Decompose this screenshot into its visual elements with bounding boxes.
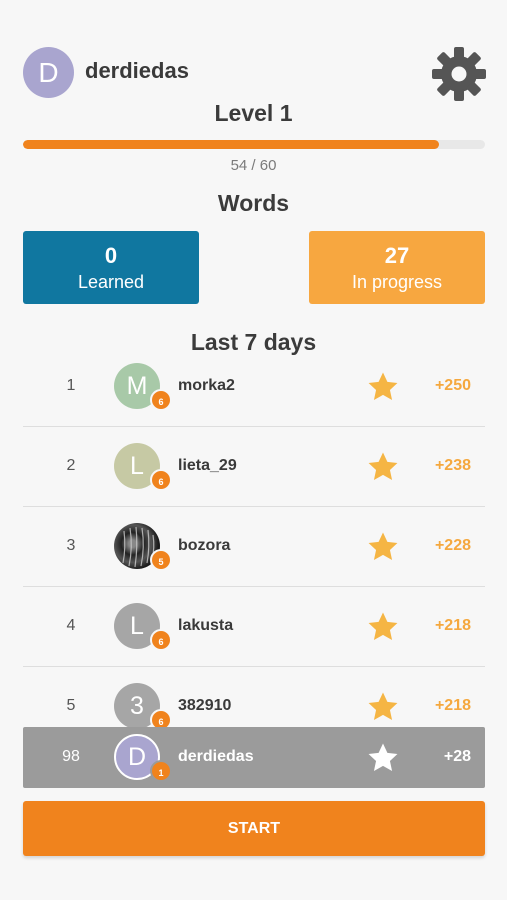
rank: 3 <box>66 537 76 554</box>
star-icon <box>368 372 398 401</box>
leaderboard-row[interactable]: 1 M 6 morka2 +250 <box>23 347 485 427</box>
star-icon <box>368 452 398 481</box>
rank: 1 <box>66 377 76 394</box>
leaderboard-row[interactable]: 4 L 6 lakusta +218 <box>23 587 485 667</box>
user-name: bozora <box>178 537 231 554</box>
level-progress-fill <box>23 140 439 149</box>
level-badge: 6 <box>150 469 172 491</box>
level-title: Level 1 <box>214 100 293 126</box>
points: +228 <box>434 537 471 554</box>
leaderboard-row[interactable]: 2 L 6 lieta_29 +238 <box>23 427 485 507</box>
gear-icon[interactable] <box>431 46 487 102</box>
learned-label: Learned <box>77 272 145 292</box>
level-badge: 1 <box>150 760 172 782</box>
points: +218 <box>434 697 471 714</box>
user-name: morka2 <box>178 377 235 394</box>
learned-words-card[interactable]: 0 Learned <box>23 231 199 304</box>
rank: 4 <box>66 617 76 634</box>
level-progress-text: 54 / 60 <box>230 157 277 174</box>
level-badge: 6 <box>150 629 172 651</box>
level-badge: 6 <box>150 389 172 411</box>
points: +218 <box>434 617 471 634</box>
points: +250 <box>434 377 471 394</box>
words-title: Words <box>217 190 290 216</box>
star-icon <box>368 743 398 772</box>
points: +238 <box>434 457 471 474</box>
avatar[interactable]: D <box>23 47 74 98</box>
star-icon <box>368 692 398 721</box>
star-icon <box>368 532 398 561</box>
in-progress-label: In progress <box>351 272 443 292</box>
user-name: lieta_29 <box>178 457 237 474</box>
rank: 5 <box>66 697 76 714</box>
in-progress-count: 27 <box>384 243 410 268</box>
points: +28 <box>443 748 471 765</box>
star-icon <box>368 612 398 641</box>
level-progress-bar <box>23 140 485 149</box>
in-progress-words-card[interactable]: 27 In progress <box>309 231 485 304</box>
rank: 2 <box>66 457 76 474</box>
learned-count: 0 <box>104 243 118 268</box>
username: derdiedas <box>85 58 189 83</box>
user-name: 382910 <box>178 697 232 714</box>
leaderboard-row[interactable]: 3 5 bozora +228 <box>23 507 485 587</box>
user-name: lakusta <box>178 617 234 634</box>
user-name: derdiedas <box>178 748 254 765</box>
level-badge: 5 <box>150 549 172 571</box>
current-user-row[interactable]: 98 D 1 derdiedas +28 <box>23 727 485 788</box>
profile-header: D derdiedas <box>23 46 487 102</box>
rank: 98 <box>62 748 80 765</box>
start-button[interactable]: START <box>23 801 485 856</box>
